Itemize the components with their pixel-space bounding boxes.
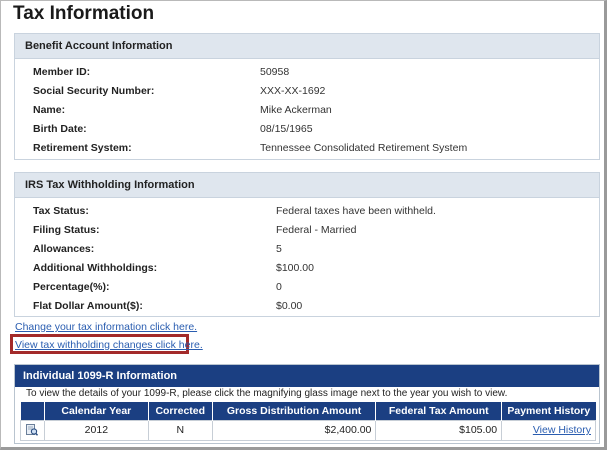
member-id-value: 50958 [260,66,290,78]
col-header-history: Payment History [501,402,596,420]
flat-dollar-row: Flat Dollar Amount($): $0.00 [15,297,599,316]
retirement-system-label: Retirement System: [33,142,132,154]
additional-withholdings-row: Additional Withholdings: $100.00 [15,259,599,278]
flat-dollar-label: Flat Dollar Amount($): [33,300,143,312]
change-tax-info-link[interactable]: Change your tax information click here. [15,321,197,333]
name-value: Mike Ackerman [260,104,332,116]
gross-distribution-cell: $2,400.00 [211,419,377,441]
irs-withholding-section: IRS Tax Withholding Information Tax Stat… [14,172,600,317]
ssn-row: Social Security Number: XXX-XX-1692 [15,82,599,101]
form-1099r-header: Individual 1099-R Information [15,365,599,387]
percentage-row: Percentage(%): 0 [15,278,599,297]
benefit-account-section: Benefit Account Information Member ID: 5… [14,33,600,160]
form-1099r-table: Calendar Year Corrected Gross Distributi… [20,402,596,441]
tax-status-label: Tax Status: [33,205,89,217]
payment-history-cell: View History [501,419,596,441]
col-header-federal: Federal Tax Amount [375,402,503,420]
allowances-label: Allowances: [33,243,95,255]
birth-date-label: Birth Date: [33,123,87,135]
magnifying-glass-icon[interactable] [26,424,39,436]
benefit-account-header: Benefit Account Information [15,34,599,59]
percentage-label: Percentage(%): [33,281,110,293]
federal-tax-cell: $105.00 [375,419,503,441]
col-header-calendar-year: Calendar Year [44,402,149,420]
tax-status-value: Federal taxes have been withheld. [276,205,436,217]
page-title: Tax Information [13,3,155,24]
allowances-row: Allowances: 5 [15,240,599,259]
retirement-system-row: Retirement System: Tennessee Consolidate… [15,139,599,158]
form-1099r-instructions: To view the details of your 1099-R, plea… [26,388,508,399]
table-header-row: Calendar Year Corrected Gross Distributi… [20,402,596,420]
name-row: Name: Mike Ackerman [15,101,599,120]
tax-status-row: Tax Status: Federal taxes have been with… [15,202,599,221]
flat-dollar-value: $0.00 [276,300,303,312]
calendar-year-cell: 2012 [43,419,149,441]
allowances-value: 5 [276,243,282,255]
percentage-value: 0 [276,281,282,293]
ssn-value: XXX-XX-1692 [260,85,326,97]
ssn-label: Social Security Number: [33,85,155,97]
filing-status-value: Federal - Married [276,224,357,236]
col-header-corrected: Corrected [148,402,213,420]
filing-status-row: Filing Status: Federal - Married [15,221,599,240]
name-label: Name: [33,104,66,116]
irs-withholding-header: IRS Tax Withholding Information [15,173,599,198]
birth-date-row: Birth Date: 08/15/1965 [15,120,599,139]
col-header-gross: Gross Distribution Amount [212,402,377,420]
member-id-row: Member ID: 50958 [15,63,599,82]
form-1099r-panel: Individual 1099-R Information To view th… [14,364,600,444]
member-id-label: Member ID: [33,66,91,78]
corrected-cell: N [147,419,213,441]
additional-withholdings-value: $100.00 [276,262,314,274]
table-row: 2012 N $2,400.00 $105.00 View History [20,419,596,441]
view-history-link[interactable]: View History [533,424,591,436]
view-1099r-cell[interactable] [20,419,45,441]
retirement-system-value: Tennessee Consolidated Retirement System [260,142,468,154]
filing-status-label: Filing Status: [33,224,100,236]
view-withholding-changes-link[interactable]: View tax withholding changes click here. [15,339,203,351]
birth-date-value: 08/15/1965 [260,123,313,135]
additional-withholdings-label: Additional Withholdings: [33,262,158,274]
col-header-view [20,402,45,420]
